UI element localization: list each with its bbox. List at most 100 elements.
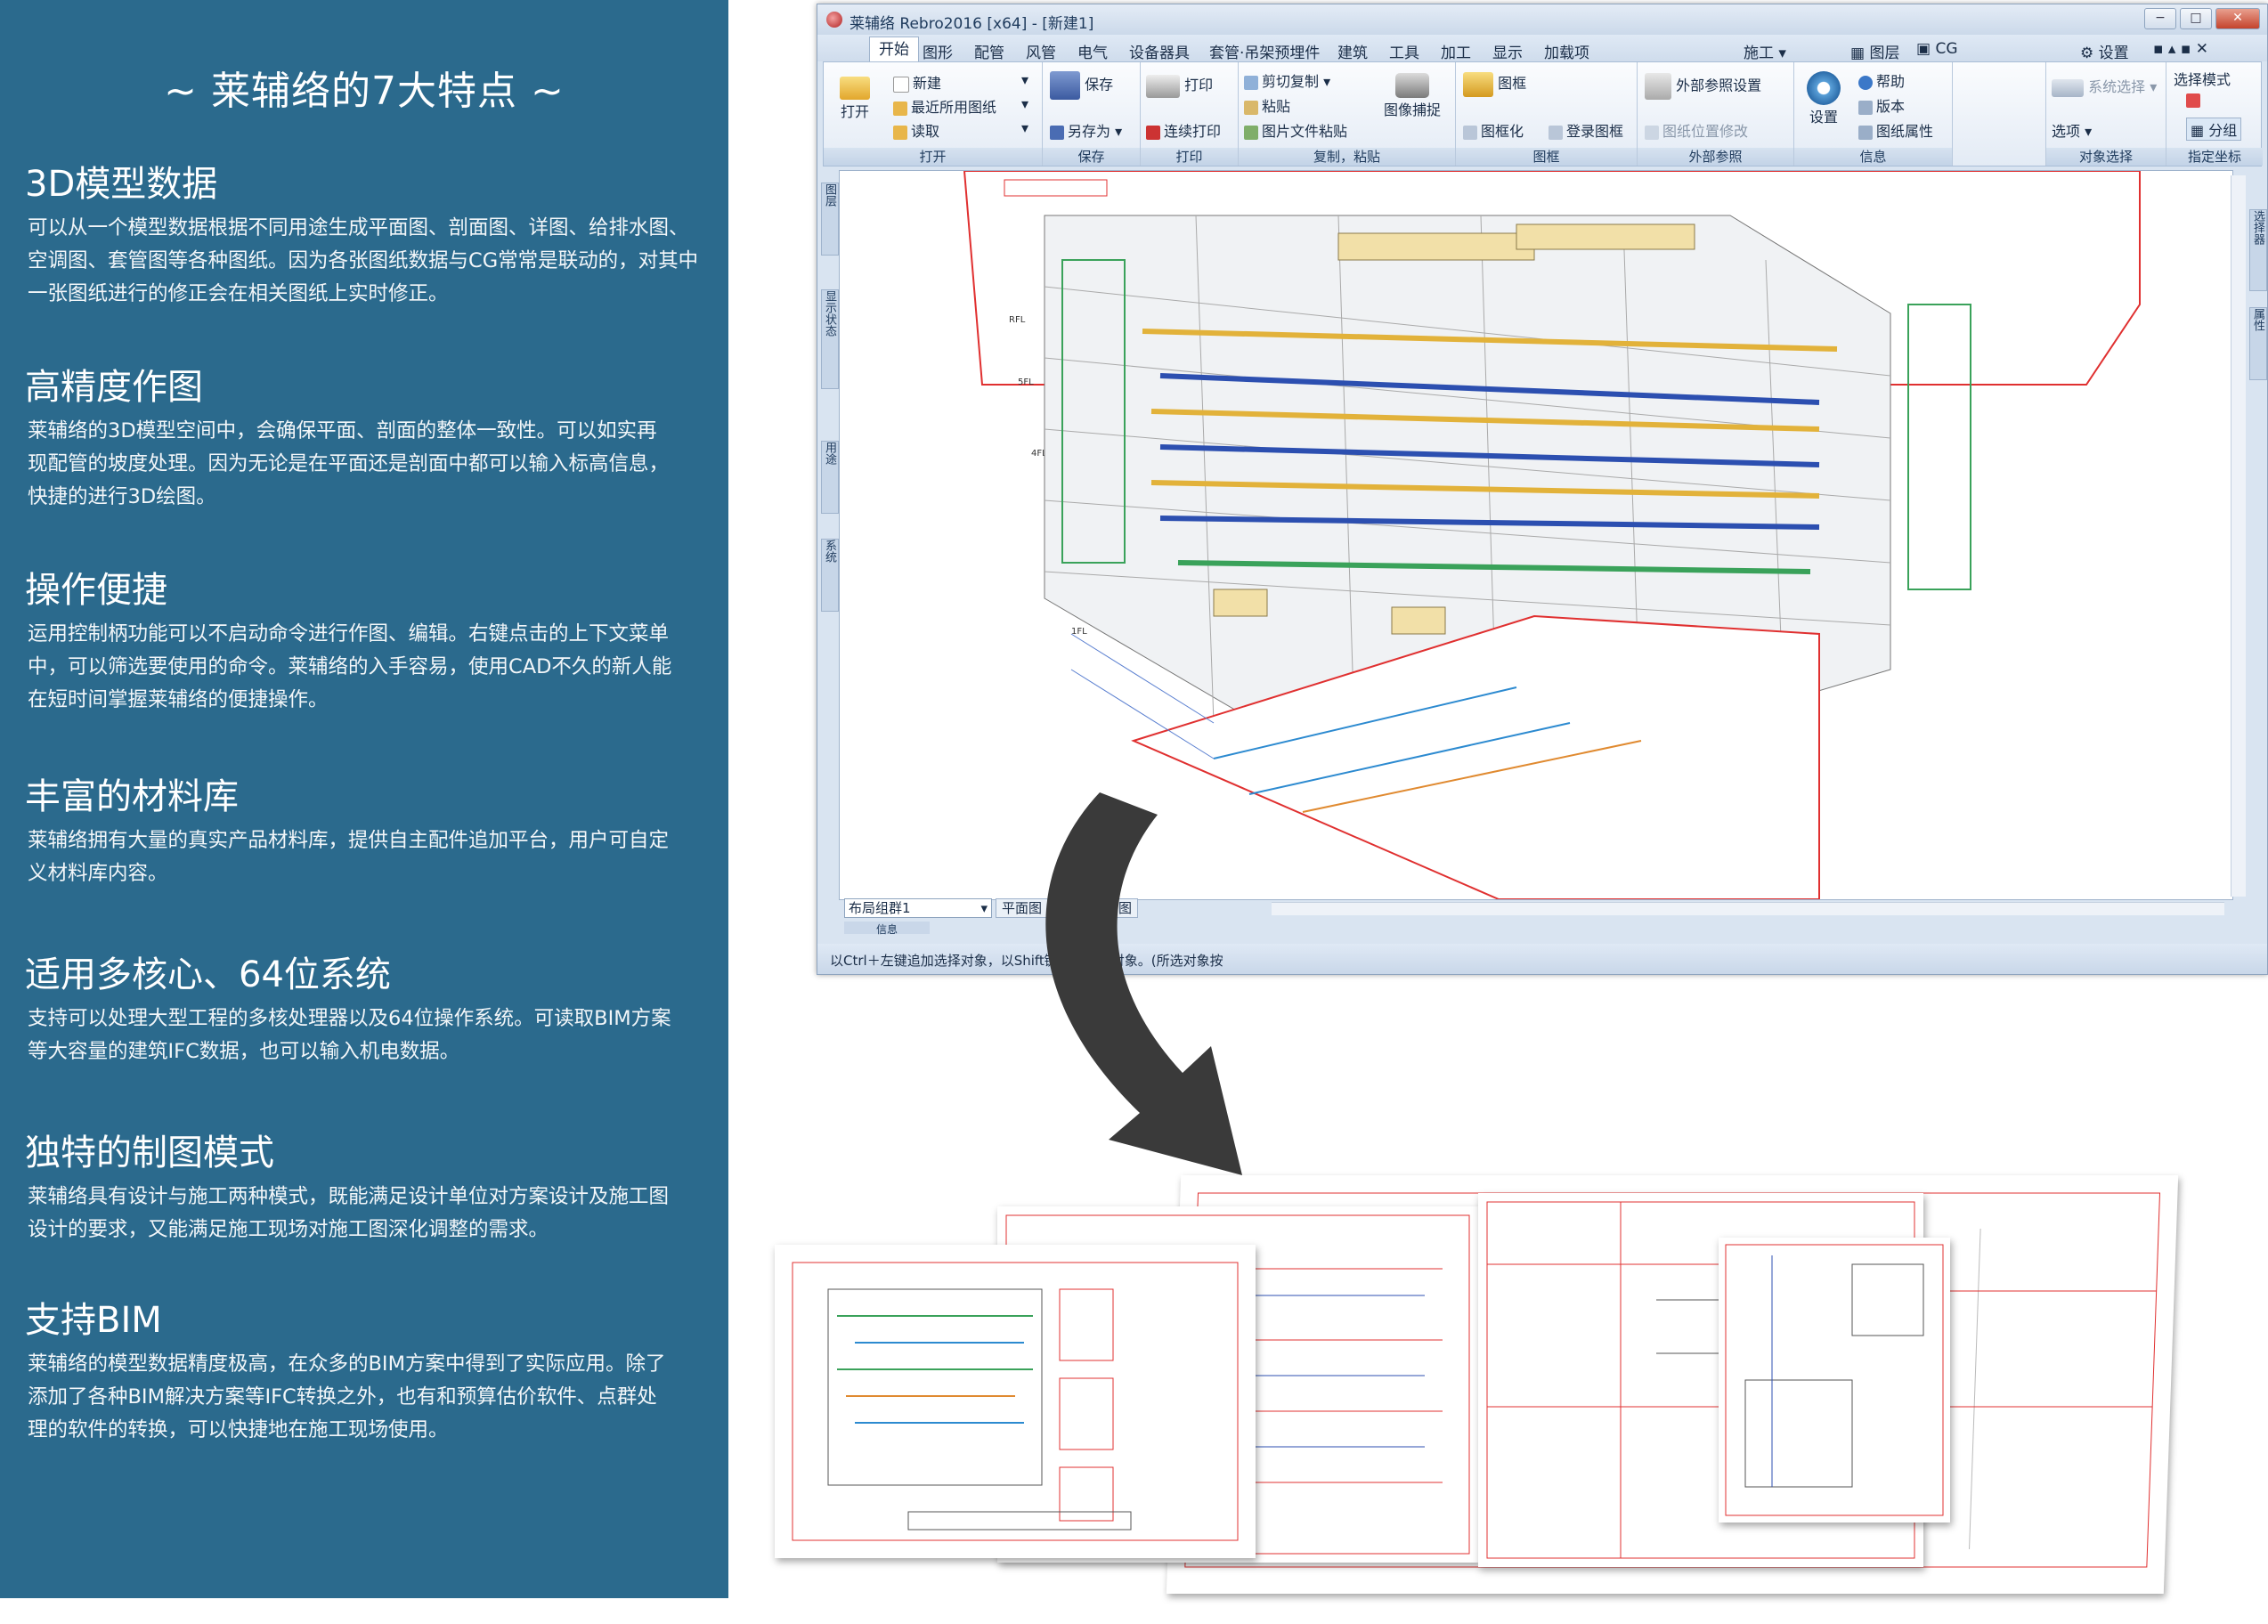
gear-icon — [1807, 71, 1841, 105]
add-select-icon[interactable] — [2186, 91, 2204, 108]
tab-sleeve-hanger[interactable]: 套管·吊架预埋件 — [1209, 40, 1320, 62]
tab-processing[interactable]: 加工 — [1441, 40, 1471, 62]
tab-display[interactable]: 显示 — [1492, 40, 1523, 62]
version-icon — [1858, 100, 1873, 115]
title-bar[interactable]: 莱辅络 Rebro2016 [x64] - [新建1] − □ ✕ — [817, 4, 2267, 35]
layer-icon: ▦ — [1850, 45, 1870, 62]
new-button[interactable]: 新建 — [893, 71, 941, 93]
paste-icon — [1244, 100, 1258, 115]
recent-button[interactable]: 最近所用图纸 — [893, 95, 996, 117]
drawing-sheet — [1719, 1238, 1950, 1522]
read-button[interactable]: 读取 — [893, 119, 939, 141]
tab-electrical[interactable]: 电气 — [1077, 40, 1108, 62]
dropdown-icon[interactable]: ▾ — [1021, 95, 1028, 112]
dropdown-icon[interactable]: ▾ — [1021, 119, 1028, 136]
horizontal-scrollbar[interactable] — [1272, 902, 2224, 915]
new-file-icon — [893, 76, 909, 93]
group-label: 指定坐标 — [2166, 148, 2263, 166]
group-label: 图框 — [1456, 148, 1637, 166]
group-label: 保存 — [1043, 148, 1140, 166]
image-capture-button[interactable]: 图像捕捉 — [1374, 73, 1451, 119]
group-save: 保存 另存为 ▾ 保存 — [1043, 62, 1141, 166]
printer-icon — [1146, 74, 1180, 98]
tab-layers[interactable]: 图层 — [821, 183, 839, 256]
paste-button[interactable]: 粘贴 — [1244, 94, 1290, 116]
mode-select[interactable]: 施工 ▾ — [1744, 40, 1786, 62]
read-icon — [893, 125, 907, 140]
group-coordinate: 选择模式 ▦ 分组 指定坐标 — [2166, 62, 2263, 166]
group-open: 打开 新建 最近所用图纸 读取 ▾ ▾ ▾ 打开 — [824, 62, 1043, 166]
ribbon: 打开 新建 最近所用图纸 读取 ▾ ▾ ▾ 打开 保存 另存为 ▾ 保存 打印 … — [823, 61, 2263, 166]
tab-addins[interactable]: 加载项 — [1544, 40, 1589, 62]
maximize-button[interactable]: □ — [2180, 8, 2212, 29]
paste-image-button[interactable]: 图片文件粘贴 — [1244, 119, 1347, 141]
tab-graphics[interactable]: 图形 — [923, 40, 953, 62]
svg-text:5FL: 5FL — [1018, 378, 1034, 387]
app-logo-icon — [826, 12, 842, 28]
feature-heading: 操作便捷 — [25, 570, 167, 611]
group-icon: ▦ — [2191, 122, 2209, 139]
tab-system[interactable]: 系统 — [821, 539, 839, 612]
batch-print-button[interactable]: 连续打印 — [1146, 119, 1221, 141]
feature-text: 莱辅络具有设计与施工两种模式，既能满足设计单位对方案设计及施工图 设计的要求，又能… — [28, 1185, 670, 1241]
tab-properties[interactable]: 属性 — [2249, 307, 2267, 380]
info-tab[interactable]: 信息 — [844, 922, 930, 936]
to-frame-button[interactable]: 图框化 — [1463, 119, 1524, 141]
xref-position-button[interactable]: 图纸位置修改 — [1645, 119, 1748, 141]
cg-icon: ▣ — [1916, 40, 1936, 58]
version-button[interactable]: 版本 — [1858, 94, 1905, 116]
options-button[interactable]: 选项 ▾ — [2052, 119, 2092, 141]
feature-easy-operation: 操作便捷 运用控制柄功能可以不启动命令进行作图、编辑。右键点击的上下文菜单 中，可… — [25, 568, 702, 717]
feature-material-library: 丰富的材料库 莱辅络拥有大量的真实产品材料库，提供自主配件追加平台，用户可自定义… — [25, 775, 702, 890]
group-button[interactable]: ▦ 分组 — [2186, 118, 2242, 141]
xref-settings-button[interactable]: 外部参照设置 — [1645, 73, 1761, 100]
feature-heading: 高精度作图 — [25, 367, 203, 408]
dropdown-icon[interactable]: ▾ — [1021, 71, 1028, 88]
vertical-scrollbar[interactable] — [2231, 175, 2246, 897]
tab-piping[interactable]: 配管 — [974, 40, 1004, 62]
register-frame-icon — [1549, 125, 1563, 140]
image-icon — [1244, 125, 1258, 140]
minimize-button[interactable]: − — [2144, 8, 2176, 29]
tab-start[interactable]: 开始 — [869, 37, 919, 62]
selection-mode-button[interactable]: 选择模式 — [2174, 68, 2231, 89]
menu-bar: 开始 图形 配管 风管 电气 设备器具 套管·吊架预埋件 建筑 工具 加工 显示… — [817, 35, 2267, 62]
feature-text: 支持可以处理大型工程的多核处理器以及64位操作系统。可读取BIM方案 等大容量的建… — [28, 1007, 671, 1063]
layer-button[interactable]: ▦ 图层 — [1850, 40, 1899, 62]
open-button[interactable]: 打开 — [833, 77, 877, 121]
drawing-properties-button[interactable]: 图纸属性 — [1858, 119, 1933, 141]
tab-equipment[interactable]: 设备器具 — [1129, 40, 1190, 62]
feature-heading: 适用多核心、64位系统 — [25, 954, 391, 995]
group-label: 信息 — [1794, 148, 1952, 166]
chevron-down-icon: ▾ — [980, 900, 988, 916]
tab-usage[interactable]: 用途 — [821, 441, 839, 514]
feature-panel: ~ 莱辅络的7大特点 ~ 3D模型数据 可以从一个模型数据根据不同用途生成平面图… — [0, 0, 728, 1598]
cg-button[interactable]: ▣ CG — [1916, 40, 1958, 58]
feature-text: 莱辅络的3D模型空间中，会确保平面、剖面的整体一致性。可以如实再 现配管的坡度处理… — [28, 419, 670, 508]
window-title: 莱辅络 Rebro2016 [x64] - [新建1] — [849, 15, 1094, 33]
feature-heading: 支持BIM — [25, 1300, 162, 1341]
tab-display-state[interactable]: 显示状态 — [821, 289, 839, 389]
layout-group-select[interactable]: 布局组群1 ▾ — [844, 898, 992, 918]
register-frame-button[interactable]: 登录图框 — [1549, 119, 1623, 141]
recent-icon — [893, 101, 907, 116]
tab-duct[interactable]: 风管 — [1026, 40, 1056, 62]
save-button[interactable]: 保存 — [1050, 71, 1113, 100]
help-button[interactable]: 帮助 — [1858, 69, 1905, 91]
tab-building[interactable]: 建筑 — [1337, 40, 1368, 62]
setup-button[interactable]: 设置 — [1800, 71, 1848, 126]
close-button[interactable]: ✕ — [2215, 8, 2260, 29]
print-button[interactable]: 打印 — [1146, 73, 1213, 98]
tab-tools[interactable]: 工具 — [1389, 40, 1419, 62]
settings-button[interactable]: ⚙ 设置 — [2080, 40, 2129, 62]
quick-toolbar[interactable]: ▪ ▴ ▪ ✕ — [2153, 40, 2208, 58]
group-frame: 图框 图框化 登录图框 图框 — [1456, 62, 1638, 166]
tab-selector[interactable]: 选择器 — [2249, 209, 2267, 291]
save-as-icon — [1050, 125, 1064, 140]
frame-button[interactable]: 图框 — [1463, 71, 1526, 97]
system-select-button[interactable]: 系统选择 ▾ — [2052, 75, 2157, 97]
properties-icon — [1858, 125, 1873, 140]
save-as-button[interactable]: 另存为 ▾ — [1050, 119, 1122, 141]
group-print: 打印 连续打印 打印 — [1141, 62, 1239, 166]
cut-copy-button[interactable]: 剪切复制 ▾ — [1244, 69, 1330, 91]
